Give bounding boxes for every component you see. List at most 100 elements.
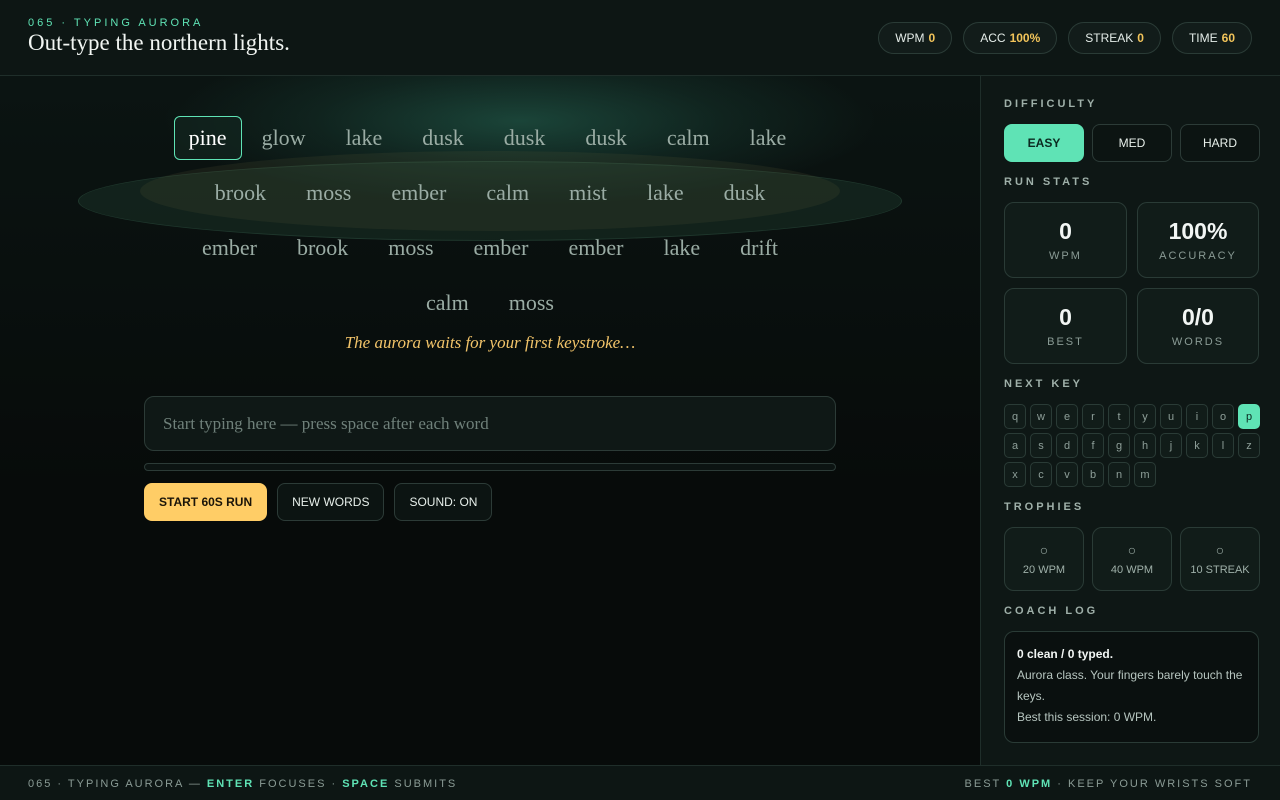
footer-help: 065 · TYPING AURORA — ENTER FOCUSES · SP… xyxy=(28,778,457,790)
word-line: pine glow lake dusk dusk dusk calm lake xyxy=(150,110,830,165)
word: lake xyxy=(663,234,701,260)
trophy-card: ○ 40 WPM xyxy=(1092,527,1172,591)
trophy-card: ○ 20 WPM xyxy=(1004,527,1084,591)
key-s: s xyxy=(1030,433,1052,458)
typing-area: pine glow lake dusk dusk dusk calm lake brook mos… xyxy=(0,76,980,765)
key-h: h xyxy=(1134,433,1156,458)
key-b: b xyxy=(1082,462,1104,487)
streak-pill: STREAK 0 xyxy=(1068,22,1161,54)
header-bar: 065 · TYPING AURORA Out-type the norther… xyxy=(0,0,1280,76)
sound-toggle-button[interactable]: SOUND: ON xyxy=(394,483,493,521)
difficulty-label: DIFFICULTY xyxy=(1004,98,1098,110)
keyboard-map: qwertyuiop asdfghjklz xcvbnm xyxy=(1004,404,1260,491)
word: calm xyxy=(425,289,469,315)
footer-bar: 065 · TYPING AURORA — ENTER FOCUSES · SP… xyxy=(0,765,1280,800)
footer-text: FOCUSES · xyxy=(254,778,343,790)
start-run-button[interactable]: START 60S RUN xyxy=(144,483,268,521)
word: dusk xyxy=(503,124,546,150)
trophy-label: 10 STREAK xyxy=(1190,564,1250,576)
coach-best: Best this session: 0 WPM. xyxy=(1017,710,1157,724)
pill-value: 0 xyxy=(928,31,936,45)
word-line: brook moss ember calm mist lake dusk xyxy=(150,165,830,220)
pill-label: ACC xyxy=(980,31,1006,45)
word: lake xyxy=(647,179,684,205)
trophy-list: ○ 20 WPM ○ 40 WPM ○ 10 STREAK xyxy=(1004,527,1260,591)
word: ember xyxy=(391,179,447,205)
run-stats-grid: 0 WPM 100% ACCURACY 0 BEST 0/0 WORDS xyxy=(1004,202,1259,364)
sidebar: DIFFICULTY EASY MED HARD RUN STATS 0 WPM 100… xyxy=(980,76,1280,765)
stat-value: 0 xyxy=(1059,218,1072,244)
best-wpm: 0 WPM xyxy=(1006,778,1053,790)
next-key-label: NEXT KEY xyxy=(1004,378,1084,390)
enter-key-hint: ENTER xyxy=(206,778,255,790)
next-key: p xyxy=(1238,404,1260,429)
key-m: m xyxy=(1134,462,1156,487)
word: glow xyxy=(261,124,306,150)
key-v: v xyxy=(1056,462,1078,487)
game-kicker: 065 · TYPING AURORA xyxy=(28,17,204,29)
trophy-locked-icon: ○ xyxy=(1039,542,1049,558)
key-y: y xyxy=(1134,404,1156,429)
word: moss xyxy=(508,289,554,315)
word: dusk xyxy=(422,124,464,150)
status-hint: The aurora waits for your first keystrok… xyxy=(344,333,636,352)
difficulty-hard-button[interactable]: HARD xyxy=(1180,124,1260,162)
word-line: calm moss xyxy=(150,275,830,330)
key-c: c xyxy=(1030,462,1052,487)
footer-text: SUBMITS xyxy=(389,778,458,790)
pill-label: STREAK xyxy=(1085,31,1134,45)
typing-input[interactable] xyxy=(144,396,836,451)
word: moss xyxy=(388,234,434,260)
word: dusk xyxy=(585,124,627,150)
space-key-hint: SPACE xyxy=(342,778,390,790)
word: lake xyxy=(345,124,383,150)
time-progress-bar xyxy=(144,463,836,471)
key-i: i xyxy=(1186,404,1208,429)
coach-message: Aurora class. Your fingers barely touch … xyxy=(1017,668,1243,703)
difficulty-easy-button[interactable]: EASY xyxy=(1004,124,1084,162)
key-a: a xyxy=(1004,433,1026,458)
pill-label: WPM xyxy=(895,31,925,45)
key-x: x xyxy=(1004,462,1026,487)
key-r: r xyxy=(1082,404,1104,429)
run-stats-label: RUN STATS xyxy=(1004,176,1093,188)
key-d: d xyxy=(1056,433,1078,458)
stat-value: 100% xyxy=(1168,218,1228,244)
footer-text: · KEEP YOUR WRISTS SOFT xyxy=(1052,778,1252,790)
trophy-label: 40 WPM xyxy=(1110,564,1154,576)
stat-card-wpm: 0 WPM xyxy=(1004,202,1127,278)
stat-card-words: 0/0 WORDS xyxy=(1137,288,1259,364)
footer-text: BEST xyxy=(964,778,1007,790)
keyboard-row: asdfghjklz xyxy=(1004,433,1260,458)
key-t: t xyxy=(1108,404,1130,429)
key-o: o xyxy=(1212,404,1234,429)
stat-card-accuracy: 100% ACCURACY xyxy=(1137,202,1259,278)
key-f: f xyxy=(1082,433,1104,458)
pill-value: 60 xyxy=(1221,31,1235,45)
word: brook xyxy=(214,179,267,205)
key-w: w xyxy=(1030,404,1052,429)
pill-value: 0 xyxy=(1137,31,1144,45)
word-line: ember brook moss ember ember lake drift xyxy=(150,220,830,275)
page-title: Out-type the northern lights. xyxy=(28,30,290,55)
wpm-pill: WPM 0 xyxy=(878,22,953,54)
word: ember xyxy=(568,234,624,260)
stat-label: ACCURACY xyxy=(1159,250,1237,262)
stat-card-best: 0 BEST xyxy=(1004,288,1127,364)
key-j: j xyxy=(1160,433,1182,458)
trophy-locked-icon: ○ xyxy=(1215,542,1225,558)
trophy-locked-icon: ○ xyxy=(1127,542,1137,558)
word: lake xyxy=(749,124,787,150)
new-words-button[interactable]: NEW WORDS xyxy=(277,483,385,521)
key-g: g xyxy=(1108,433,1130,458)
current-word: pine xyxy=(173,115,242,160)
stat-label: WORDS xyxy=(1171,336,1225,348)
difficulty-med-button[interactable]: MED xyxy=(1092,124,1172,162)
key-n: n xyxy=(1108,462,1130,487)
key-q: q xyxy=(1004,404,1026,429)
coach-summary: 0 clean / 0 typed. xyxy=(1017,647,1114,661)
stat-value: 0 xyxy=(1059,304,1072,330)
coach-log: 0 clean / 0 typed. Aurora class. Your fi… xyxy=(1004,631,1259,743)
key-z: z xyxy=(1238,433,1260,458)
word: calm xyxy=(666,124,710,150)
